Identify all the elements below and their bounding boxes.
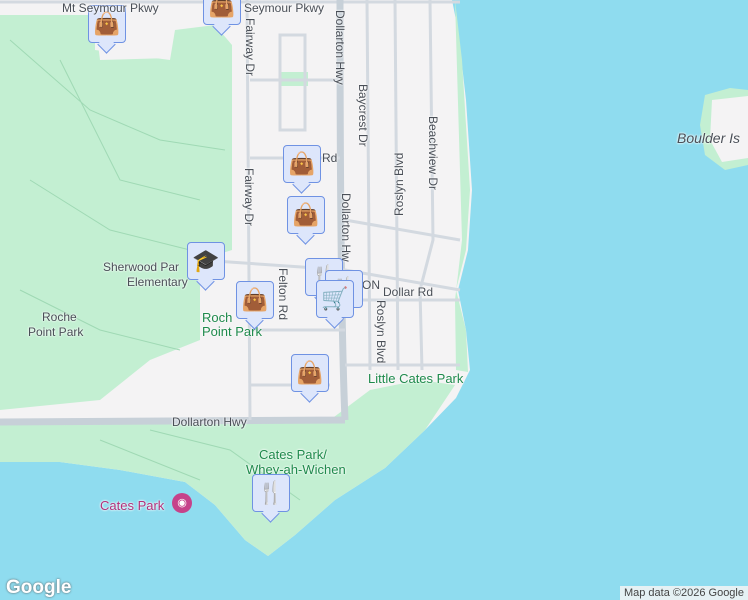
restaurant-marker[interactable]: 🍴 (252, 474, 290, 512)
road-label: Rd (322, 151, 338, 165)
camera-icon: ◉ (172, 493, 192, 513)
grocery-marker[interactable]: 🛒 (316, 280, 354, 318)
road-label: Fairway Dr (243, 18, 257, 77)
road-label: Dollar Rd (383, 285, 434, 299)
road-label-seymour-pkwy: Seymour Pkwy (244, 1, 325, 15)
road-label: Roslyn Blvd (374, 300, 388, 364)
shopping-marker[interactable]: 👜 (236, 281, 274, 319)
shopping-bag-icon: 👜 (241, 287, 269, 312)
poi-label[interactable]: Cates Park (100, 498, 164, 513)
road-label: Baycrest Dr (356, 84, 370, 147)
fork-knife-icon: 🍴 (257, 480, 285, 505)
park-label: Cates Park/ (259, 447, 327, 462)
shopping-bag-icon: 👜 (208, 0, 236, 18)
park-label: Roch (202, 310, 233, 325)
shopping-bag-icon: 👜 (292, 202, 320, 227)
shopping-bag-icon: 👜 (296, 360, 324, 385)
road-label-mt-seymour-pkwy: Mt Seymour Pkwy (62, 1, 159, 15)
road-label: ON (362, 278, 380, 292)
graduation-cap-icon: 🎓 (192, 248, 220, 273)
shopping-marker[interactable]: 👜 (203, 0, 241, 25)
school-marker[interactable]: 🎓 (187, 242, 225, 280)
place-label: Sherwood Par (103, 260, 180, 274)
road-label: Roslyn Blvd (392, 152, 406, 216)
park-label: Point Park (28, 325, 84, 339)
road-label: Beachview Dr (426, 116, 440, 191)
road-label: Dollarton Hwy (172, 415, 247, 429)
road-label: Dollarton Hwy (333, 10, 347, 85)
map-attribution[interactable]: Map data ©2026 Google (619, 586, 748, 600)
road-label: Felton Rd (276, 268, 290, 321)
shopping-marker[interactable]: 👜 (291, 354, 329, 392)
road-label: Fairway Dr (242, 168, 256, 227)
park-label: Roche (42, 310, 77, 324)
road-label: Dollarton Hw (339, 193, 353, 262)
island-label: Boulder Is (677, 130, 741, 146)
shopping-marker[interactable]: 👜 (287, 196, 325, 234)
shopping-marker[interactable]: 👜 (283, 145, 321, 183)
park-label: Little Cates Park (368, 371, 464, 386)
shopping-bag-icon: 👜 (288, 151, 316, 176)
google-logo: Google (6, 577, 72, 598)
place-label: Elementary (127, 275, 188, 289)
shopping-cart-icon: 🛒 (321, 286, 349, 311)
